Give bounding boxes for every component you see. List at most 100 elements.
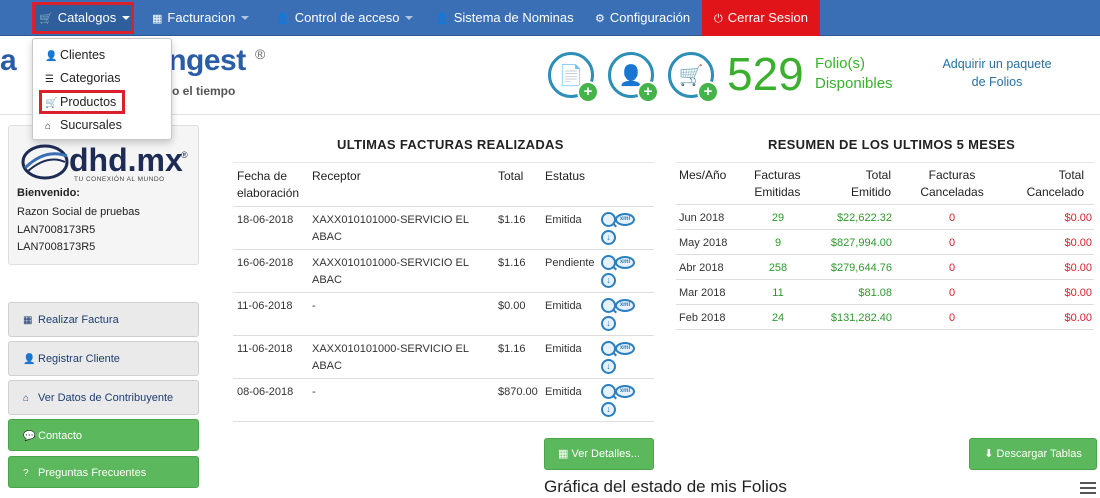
registrar-cliente-label: Registrar Cliente xyxy=(38,353,120,365)
realizar-factura-button[interactable]: ▦ Realizar Factura xyxy=(8,302,199,337)
row-actions: xml ↓ xyxy=(601,211,641,247)
dropdown-label: Clientes xyxy=(60,48,106,62)
cell-receptor-line2: ABAC xyxy=(312,274,342,286)
dropdown-item-categorias[interactable]: ☰ Categorias xyxy=(41,68,120,88)
nav-control-acceso-menu[interactable]: 👤 Control de acceso xyxy=(276,0,414,36)
cell-total-emitido: $131,282.40 xyxy=(830,312,892,324)
dropdown-item-sucursales[interactable]: ⌂ Sucursales xyxy=(41,115,122,135)
cell-receptor-line1: XAXX010101000-SERVICIO EL xyxy=(312,343,469,355)
nav-configuracion[interactable]: ⚙ Configuración xyxy=(595,0,690,36)
plus-icon: + xyxy=(697,81,719,103)
descargar-tablas-button[interactable]: ⬇ Descargar Tablas xyxy=(969,438,1097,470)
view-icon[interactable] xyxy=(601,298,616,313)
col-canceladas-line2: Canceladas xyxy=(920,185,984,199)
plus-icon: + xyxy=(577,81,599,103)
view-icon[interactable] xyxy=(601,384,616,399)
nav-catalogos-menu[interactable]: 🛒 Catalogos xyxy=(32,2,134,34)
download-icon[interactable]: ↓ xyxy=(601,230,616,245)
home-icon: ⌂ xyxy=(23,393,30,404)
cell-total: $0.00 xyxy=(498,300,526,312)
col-fecha-header: Fecha de elaboración xyxy=(237,168,299,202)
cell-receptor-line1: - xyxy=(312,300,316,312)
cell-emitidas: 24 xyxy=(771,312,785,324)
new-client-button[interactable]: 👤 + xyxy=(608,52,659,103)
xml-icon[interactable]: xml xyxy=(615,342,635,355)
cell-total-cancelado: $0.00 xyxy=(1064,312,1092,324)
row-actions: xml ↓ xyxy=(601,340,641,376)
col-total-header: Total xyxy=(498,169,524,183)
dropdown-item-clientes[interactable]: 👤 Clientes xyxy=(41,45,105,65)
cell-total-cancelado: $0.00 xyxy=(1064,212,1092,224)
table-row: Abr 2018 258 $279,644.76 0 $0.00 xyxy=(676,255,1094,280)
contacto-button[interactable]: 💬 Contacto xyxy=(8,419,199,451)
col-emitidas-line1: Facturas xyxy=(754,168,801,182)
col-total-cancelado-header: Total Cancelado xyxy=(1006,167,1084,201)
preguntas-frecuentes-button[interactable]: ? Preguntas Frecuentes xyxy=(8,456,199,488)
new-invoice-button[interactable]: 📄 + xyxy=(548,52,599,103)
catalogos-dropdown: 👤 Clientes ☰ Categorias 🛒 Productos ⌂ Sucurs… xyxy=(32,38,172,140)
table-row: Mar 2018 11 $81.08 0 $0.00 xyxy=(676,280,1094,305)
xml-icon[interactable]: xml xyxy=(615,213,635,226)
logout-button[interactable]: ⏻ Cerrar Sesion xyxy=(702,0,820,36)
cell-total-emitido: $279,644.76 xyxy=(830,262,892,274)
nav-facturacion-menu[interactable]: ▦ Facturacion xyxy=(152,0,250,36)
cell-total: $1.16 xyxy=(498,343,526,355)
chart-section-title: Gráfica del estado de mis Folios xyxy=(544,477,787,496)
brand-logo-right: ngest xyxy=(168,44,246,77)
ver-datos-contribuyente-button[interactable]: ⌂ Ver Datos de Contribuyente xyxy=(8,380,199,415)
cell-receptor: XAXX010101000-SERVICIO EL ABAC xyxy=(312,212,469,246)
nav-sistema-nominas[interactable]: 👤 Sistema de Nominas xyxy=(435,0,574,36)
download-icon[interactable]: ↓ xyxy=(601,402,616,417)
razon-social: Razon Social de pruebas xyxy=(17,206,140,218)
cell-receptor: XAXX010101000-SERVICIO EL ABAC xyxy=(312,341,469,375)
col-emitidas-line2: Emitidas xyxy=(754,185,801,199)
view-icon[interactable] xyxy=(601,255,616,270)
download-icon[interactable]: ↓ xyxy=(601,359,616,374)
xml-icon[interactable]: xml xyxy=(615,385,635,398)
power-icon: ⏻ xyxy=(714,13,723,25)
folio-label-line2: Disponibles xyxy=(815,75,893,92)
cell-estatus: Emitida xyxy=(545,214,582,226)
cell-fecha: 11-06-2018 xyxy=(237,343,293,355)
cell-total: $1.16 xyxy=(498,257,526,269)
ver-detalles-button[interactable]: ▦ Ver Detalles... xyxy=(544,438,654,470)
download-icon[interactable]: ↓ xyxy=(601,316,616,331)
table-row: May 2018 9 $827,994.00 0 $0.00 xyxy=(676,230,1094,255)
logout-label: Cerrar Sesion xyxy=(727,10,808,25)
brand-logo-left: a xyxy=(0,44,17,77)
home-icon: ⌂ xyxy=(45,121,52,132)
company-logo-reg: ® xyxy=(181,150,188,160)
dropdown-item-productos[interactable]: 🛒 Productos xyxy=(39,90,125,114)
cell-receptor-line2: ABAC xyxy=(312,360,342,372)
cart-icon: 🛒 xyxy=(45,98,58,109)
col-total-emitido-line2: Emitido xyxy=(850,185,891,199)
cell-total-emitido: $827,994.00 xyxy=(830,237,892,249)
chevron-down-icon xyxy=(122,16,131,20)
xml-icon[interactable]: xml xyxy=(615,256,635,269)
registrar-cliente-button[interactable]: 👤 Registrar Cliente xyxy=(8,341,199,376)
welcome-label: Bienvenido: xyxy=(17,187,80,199)
cell-receptor: XAXX010101000-SERVICIO EL ABAC xyxy=(312,255,469,289)
cell-estatus: Pendiente xyxy=(545,257,595,269)
download-icon[interactable]: ↓ xyxy=(601,273,616,288)
view-icon[interactable] xyxy=(601,212,616,227)
cell-canceladas: 0 xyxy=(948,262,956,274)
menu-icon[interactable] xyxy=(1080,482,1096,494)
new-product-button[interactable]: 🛒 + xyxy=(668,52,719,103)
brand-registered-mark: ® xyxy=(255,46,266,62)
cell-receptor-line1: - xyxy=(312,386,316,398)
col-receptor-header: Receptor xyxy=(312,169,361,183)
xml-icon[interactable]: xml xyxy=(615,299,635,312)
cell-receptor: - xyxy=(312,298,316,315)
view-icon[interactable] xyxy=(601,341,616,356)
cell-canceladas: 0 xyxy=(948,312,956,324)
table-row: 16-06-2018 XAXX010101000-SERVICIO EL ABAC $… xyxy=(233,250,654,293)
cell-total-emitido: $81.08 xyxy=(858,287,892,299)
chat-icon: 💬 xyxy=(23,431,36,442)
buy-folios-link[interactable]: Adquirir un paquete de Folios xyxy=(930,55,1064,91)
cell-fecha: 08-06-2018 xyxy=(237,386,294,398)
realizar-factura-label: Realizar Factura xyxy=(38,314,119,326)
col-emitidas-header: Facturas Emitidas xyxy=(754,167,801,201)
cell-estatus: Emitida xyxy=(545,300,582,312)
cell-receptor-line1: XAXX010101000-SERVICIO EL xyxy=(312,214,469,226)
